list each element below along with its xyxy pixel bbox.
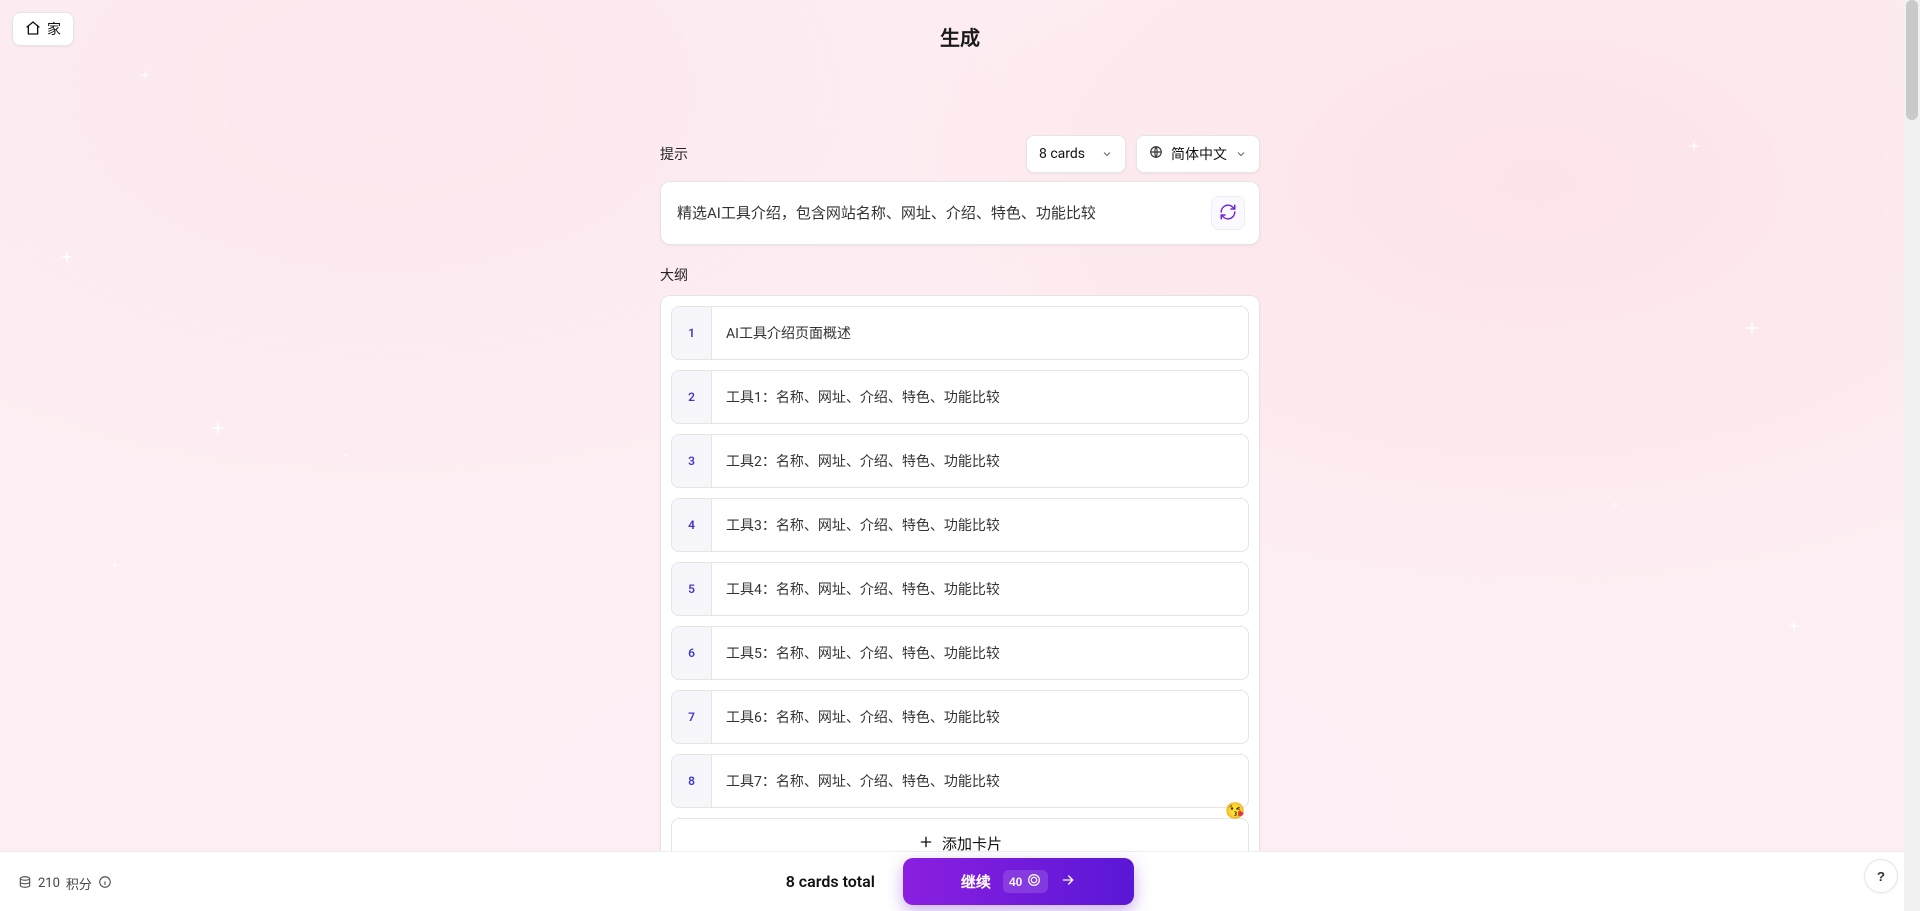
- credits-balance[interactable]: 210 积分: [18, 874, 112, 893]
- prompt-card: [660, 181, 1260, 245]
- outline-item[interactable]: 4工具3：名称、网址、介绍、特色、功能比较: [671, 498, 1249, 552]
- outline-item-text[interactable]: 工具4：名称、网址、介绍、特色、功能比较: [712, 563, 1248, 615]
- home-button[interactable]: 家: [12, 12, 74, 46]
- main-scroll-region[interactable]: 生成 提示 8 cards 简体中文: [0, 0, 1920, 851]
- outline-item[interactable]: 2工具1：名称、网址、介绍、特色、功能比较: [671, 370, 1249, 424]
- continue-button[interactable]: 继续 40: [903, 858, 1134, 905]
- info-icon: [98, 875, 112, 893]
- language-select[interactable]: 简体中文: [1136, 135, 1260, 173]
- footer-bar: 8 cards total 继续 40: [0, 851, 1920, 911]
- reaction-emoji: 😘: [1225, 803, 1245, 819]
- outline-item-number: 2: [672, 371, 712, 423]
- outline-item-text[interactable]: 工具7：名称、网址、介绍、特色、功能比较: [712, 755, 1248, 807]
- outline-item-text[interactable]: AI工具介绍页面概述: [712, 307, 1248, 359]
- cards-total-text: 8 cards total: [786, 872, 875, 891]
- prompt-input[interactable]: [675, 201, 1201, 226]
- outline-item-text[interactable]: 工具2：名称、网址、介绍、特色、功能比较: [712, 435, 1248, 487]
- credits-amount: 210: [38, 876, 60, 891]
- credits-icon: [1026, 872, 1042, 891]
- globe-icon: [1149, 145, 1163, 163]
- outline-list: 1AI工具介绍页面概述2工具1：名称、网址、介绍、特色、功能比较3工具2：名称、…: [660, 295, 1260, 851]
- outline-section-label: 大纲: [660, 265, 1260, 285]
- outline-item-number: 6: [672, 627, 712, 679]
- page-scrollbar[interactable]: [1904, 0, 1920, 911]
- outline-item-text[interactable]: 工具5：名称、网址、介绍、特色、功能比较: [712, 627, 1248, 679]
- outline-item-number: 8: [672, 755, 712, 807]
- cards-count-value: 8 cards: [1039, 146, 1085, 162]
- outline-item-text[interactable]: 工具6：名称、网址、介绍、特色、功能比较: [712, 691, 1248, 743]
- outline-item-number: 7: [672, 691, 712, 743]
- prompt-section-label: 提示: [660, 144, 688, 164]
- scrollbar-thumb[interactable]: [1906, 0, 1918, 120]
- cards-count-select[interactable]: 8 cards: [1026, 135, 1126, 173]
- continue-cost-badge: 40: [1003, 870, 1048, 893]
- continue-cost-value: 40: [1009, 875, 1022, 889]
- outline-item[interactable]: 8工具7：名称、网址、介绍、特色、功能比较: [671, 754, 1249, 808]
- outline-item-number: 5: [672, 563, 712, 615]
- arrow-right-icon: [1060, 872, 1076, 892]
- chevron-down-icon: [1101, 148, 1113, 160]
- continue-label: 继续: [961, 871, 991, 892]
- credits-icon: [18, 875, 32, 893]
- help-label: ?: [1877, 869, 1885, 884]
- regenerate-button[interactable]: [1211, 196, 1245, 230]
- outline-item[interactable]: 5工具4：名称、网址、介绍、特色、功能比较: [671, 562, 1249, 616]
- help-button[interactable]: ?: [1864, 859, 1898, 893]
- plus-icon: [918, 834, 934, 852]
- add-card-label: 添加卡片: [942, 833, 1002, 851]
- outline-item[interactable]: 6工具5：名称、网址、介绍、特色、功能比较: [671, 626, 1249, 680]
- home-icon: [25, 20, 41, 39]
- page-title: 生成: [0, 0, 1920, 65]
- chevron-down-icon: [1235, 148, 1247, 160]
- outline-item-number: 4: [672, 499, 712, 551]
- outline-item[interactable]: 1AI工具介绍页面概述: [671, 306, 1249, 360]
- outline-item[interactable]: 3工具2：名称、网址、介绍、特色、功能比较: [671, 434, 1249, 488]
- home-label: 家: [47, 19, 61, 39]
- refresh-icon: [1219, 203, 1237, 224]
- credits-unit: 积分: [66, 874, 92, 893]
- language-value: 简体中文: [1171, 144, 1227, 164]
- add-card-button[interactable]: 添加卡片: [671, 818, 1249, 851]
- outline-item-text[interactable]: 工具1：名称、网址、介绍、特色、功能比较: [712, 371, 1248, 423]
- outline-item-number: 1: [672, 307, 712, 359]
- outline-item-number: 3: [672, 435, 712, 487]
- outline-item-text[interactable]: 工具3：名称、网址、介绍、特色、功能比较: [712, 499, 1248, 551]
- outline-item[interactable]: 7工具6：名称、网址、介绍、特色、功能比较: [671, 690, 1249, 744]
